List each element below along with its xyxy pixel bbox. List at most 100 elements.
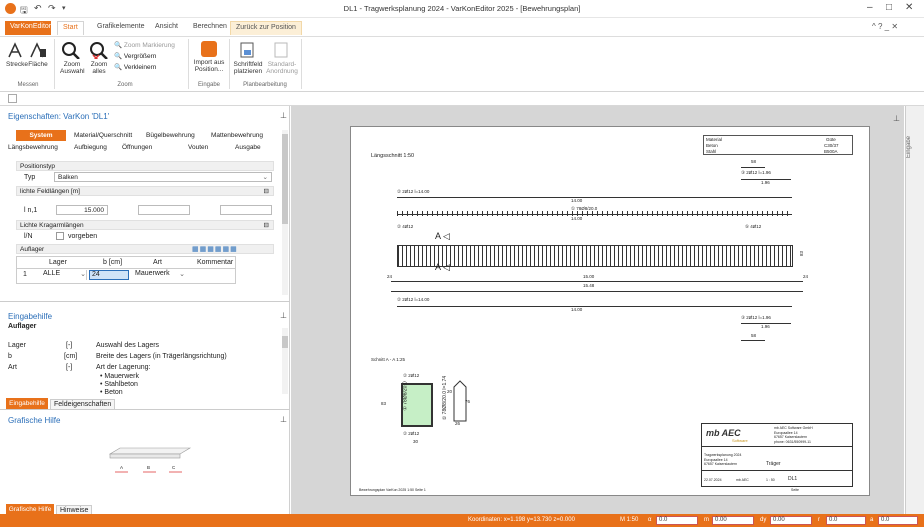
import-aus-position-button[interactable]: Import aus Position... [192,41,226,81]
secondary-toolbar [0,92,924,106]
company-line: 67657 Kaiserslautern [774,435,808,439]
bar1-length: 14.00 [571,216,583,221]
field-alpha[interactable]: 0.0 [656,516,698,525]
properties-scrollbar[interactable] [282,130,288,295]
stirrup-dim-1: 20 [447,389,453,394]
vorgeben-checkbox[interactable] [56,232,64,240]
verkleinern-label: Verkleinern [123,64,157,71]
tab-mattenbewehrung[interactable]: Mattenbewehrung [211,132,263,139]
schriftfeld-platzieren-button[interactable]: Schriftfeld platzieren [232,41,264,81]
field-a[interactable]: 0.0 [878,516,918,525]
section-kragarm[interactable]: Lichte Kragarmlängen ⊟ [16,220,274,230]
zoom-alles-button[interactable]: Zoom alles [88,41,110,81]
minimize-button[interactable]: – [867,2,873,13]
lager-cell[interactable]: ALLE ⌄ [41,270,87,280]
eingabe-side-tab[interactable]: Eingabe [906,136,924,158]
verkleinern-button[interactable]: 🔍 Verkleinern [114,63,156,71]
chevron-down-icon: ⌄ [262,174,268,181]
standard-anordnung-button[interactable]: Standard- Anordnung [266,41,298,81]
zoom-alles-label: Zoom alles [90,61,108,75]
help-desc-1: Breite des Lagers (in Trägerlängsrichtun… [96,353,227,360]
stirrup-ticks [397,211,792,216]
pin-icon[interactable]: ⊥ [280,311,287,320]
tab-laengsbewehrung[interactable]: Längsbewehrung [8,144,58,151]
schriftfeld-label: Schriftfeld platzieren [233,61,263,75]
tab-buegelbewehrung[interactable]: Bügelbewehrung [146,132,195,139]
zoom-markierung-button[interactable]: 🔍 Zoom Markierung [114,41,175,49]
art-cell[interactable]: Mauerwerk ⌄ [133,270,185,280]
field-m[interactable]: 0.00 [712,516,754,525]
col-header-lager: Lager [49,259,67,266]
lager-value: ALLE [43,270,61,277]
section-feldlaengen-label: lichte Feldlängen [m] [20,188,80,195]
help-desc-2: Art der Lagerung: [96,364,151,371]
tab-start[interactable]: Start [57,21,84,35]
toolbar-box[interactable] [8,94,17,103]
tab-material-querschnitt[interactable]: Material/Querschnitt [74,132,132,139]
pin-icon[interactable]: ⊥ [280,111,287,120]
close-button[interactable]: ✕ [905,2,913,13]
material-header: Material [706,137,723,142]
chevron-down-icon: ⌄ [179,271,185,278]
bar3-bottom-dim: 58 [751,333,757,338]
feldlaenge-input-2[interactable] [138,205,190,215]
collapse-icon[interactable]: ⊟ [264,187,269,195]
col-header-b: b [cm] [103,259,123,266]
left-panel: Eigenschaften: VarKon 'DL1' ⊥ System Mat… [0,106,290,516]
tab-varkoneditor[interactable]: VarKonEditor [5,21,51,35]
pin-icon[interactable]: ⊥ [893,114,900,123]
schnitt-top-bars: ② 2Ø12 [403,373,420,378]
maximize-button[interactable]: □ [886,2,892,13]
tab-system[interactable]: System [16,130,66,141]
help-controls[interactable]: ^ ? _ ✕ [872,22,898,31]
pin-icon[interactable]: ⊥ [280,415,287,424]
bar2-bottom-label: ② 2Ø12 l=14.00 [397,297,430,302]
tab-zurueck-zur-position[interactable]: Zurück zur Position [230,21,302,35]
bar2-top-length: 14.00 [571,198,583,203]
flaeche-button[interactable]: Fläche [28,41,48,77]
vergroessern-button[interactable]: 🔍 Vergrößern [114,52,156,60]
b-cell-input[interactable]: 24 [89,270,129,280]
tab-ausgabe[interactable]: Ausgabe [235,144,261,151]
laengsschnitt-label: Längsschnitt 1:50 [371,153,415,159]
panel-divider [0,301,290,302]
section-positionstyp[interactable]: Positionstyp [16,161,274,171]
table-divider [17,268,235,269]
guete-beton: C30/37 [824,143,839,148]
group-eingabe: Eingabe [197,82,221,88]
tab-berechnen[interactable]: Berechnen [188,21,232,35]
tab-oeffnungen[interactable]: Öffnungen [122,144,152,151]
tab-eingabehilfe[interactable]: Eingabehilfe [6,398,48,409]
help-scrollbar[interactable] [282,328,288,394]
field-dy[interactable]: 0.00 [770,516,812,525]
tab-ansicht[interactable]: Ansicht [150,21,183,35]
collapse-icon[interactable]: ⊟ [264,221,269,229]
typ-select[interactable]: Balken ⌄ [54,172,272,182]
feldlaenge-input-3[interactable] [220,205,272,215]
tab-vouten[interactable]: Vouten [188,144,208,151]
field-label-r: r [818,517,820,523]
section-feldlaengen[interactable]: lichte Feldlängen [m] ⊟ [16,186,274,196]
table-tools-icons[interactable]: ▦▦▦▦▦▦ [192,245,238,253]
row-number: 1 [23,271,27,278]
zoom-auswahl-button[interactable]: Zoom Auswahl [60,41,85,81]
drawn-value: mb AEC [736,478,749,482]
drawing-page[interactable]: Material Güte Beton C30/37 Stahl B500A L… [350,126,870,496]
bar2-top-line [397,197,792,198]
feldlaenge-input[interactable]: 15.000 [56,205,108,215]
scrollbar-thumb[interactable] [282,336,288,348]
strecke-button[interactable]: Strecke [6,41,28,77]
coordinates-readout: Koordinaten: x=1.198 y=13.730 z=0.000 [468,517,575,523]
stirrup-label-vertical: ① 78Ø8/20.0 [402,381,409,411]
scrollbar-thumb[interactable] [282,134,288,224]
title-block-icon [240,42,254,58]
zoom-markierung-label: Zoom Markierung [123,42,175,49]
tab-aufbiegung[interactable]: Aufbiegung [74,144,107,151]
col-header-art: Art [153,259,162,266]
field-r[interactable]: 0.0 [826,516,866,525]
plan-value: DL1 [788,476,798,482]
title-block-rule [702,470,852,471]
project-info: Tragwerksplanung 2024 Europaallee 14 676… [704,453,741,467]
tab-grafikelemente[interactable]: Grafikelemente [92,21,149,35]
measure-line-icon [8,42,22,58]
